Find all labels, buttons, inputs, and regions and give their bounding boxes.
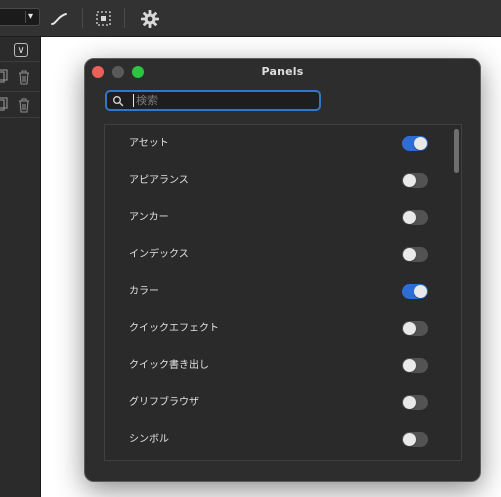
list-item: アピアランス: [105, 162, 445, 199]
panel-label: アセット: [129, 138, 169, 149]
toggle-knob: [403, 174, 416, 187]
text-cursor: [133, 94, 134, 107]
panel-toggle[interactable]: [402, 358, 428, 373]
side-divider: [0, 117, 40, 118]
panel-label: インデックス: [129, 249, 189, 260]
toolbar: ▾: [0, 0, 501, 37]
list-scrollbar[interactable]: [454, 129, 459, 173]
list-item: アセット: [105, 125, 445, 162]
panel-label: クイックエフェクト: [129, 323, 219, 334]
search-icon: [113, 96, 124, 107]
panel-toggle[interactable]: [402, 321, 428, 336]
toolbar-dropdown[interactable]: ▾: [0, 8, 40, 26]
panel-toggle[interactable]: [402, 284, 428, 299]
list-item: グリフブラウザ: [105, 384, 445, 421]
panel-toggle[interactable]: [402, 173, 428, 188]
duplicate-icon[interactable]: [0, 97, 8, 113]
panel-label: カラー: [129, 286, 159, 297]
panels-list: アセット アピアランス アンカー インデックス カラー クイックエフェクト クイ…: [104, 124, 462, 461]
toggle-knob: [414, 285, 427, 298]
list-item: クイック書き出し: [105, 347, 445, 384]
search-placeholder: 検索: [136, 94, 158, 107]
panel-toggle[interactable]: [402, 247, 428, 262]
panel-label: グリフブラウザ: [129, 397, 199, 408]
gear-icon[interactable]: [139, 8, 161, 30]
panel-toggle[interactable]: [402, 395, 428, 410]
side-divider: [0, 91, 40, 92]
collapse-icon[interactable]: ∨: [14, 43, 28, 57]
selection-marquee-icon[interactable]: [93, 8, 115, 30]
trash-icon[interactable]: [17, 69, 31, 85]
toggle-knob: [403, 211, 416, 224]
panel-label: シンボル: [129, 434, 169, 445]
list-item: シンボル: [105, 421, 445, 458]
list-item: アンカー: [105, 199, 445, 236]
trash-icon[interactable]: [17, 97, 31, 113]
toggle-knob: [403, 396, 416, 409]
left-side-panel: ∨: [0, 37, 41, 497]
toggle-knob: [414, 137, 427, 150]
pen-stroke-icon[interactable]: [48, 8, 70, 30]
toolbar-divider: [124, 8, 125, 28]
window-title: Panels: [261, 65, 304, 78]
panel-label: アンカー: [129, 212, 169, 223]
side-divider: [0, 61, 40, 62]
side-header-row: ∨: [0, 37, 40, 61]
panel-toggle[interactable]: [402, 210, 428, 225]
dropdown-separator: [25, 11, 26, 23]
list-item: クイックエフェクト: [105, 310, 445, 347]
toggle-knob: [403, 433, 416, 446]
panel-label: アピアランス: [129, 175, 189, 186]
toggle-knob: [403, 248, 416, 261]
panel-toggle[interactable]: [402, 432, 428, 447]
side-action-row: [0, 65, 40, 89]
panel-label: クイック書き出し: [129, 360, 209, 371]
list-item: インデックス: [105, 236, 445, 273]
duplicate-icon[interactable]: [0, 69, 8, 85]
list-item: カラー: [105, 273, 445, 310]
panels-window: Panels 検索 アセット アピアランス アンカー インデックス カラー クイ…: [84, 58, 481, 482]
search-input[interactable]: 検索: [105, 90, 321, 111]
toggle-knob: [403, 359, 416, 372]
panel-toggle[interactable]: [402, 136, 428, 151]
toolbar-divider: [82, 8, 83, 28]
toggle-knob: [403, 322, 416, 335]
window-titlebar[interactable]: Panels: [85, 59, 480, 85]
side-action-row: [0, 93, 40, 117]
chevron-down-icon: ▾: [28, 11, 34, 22]
